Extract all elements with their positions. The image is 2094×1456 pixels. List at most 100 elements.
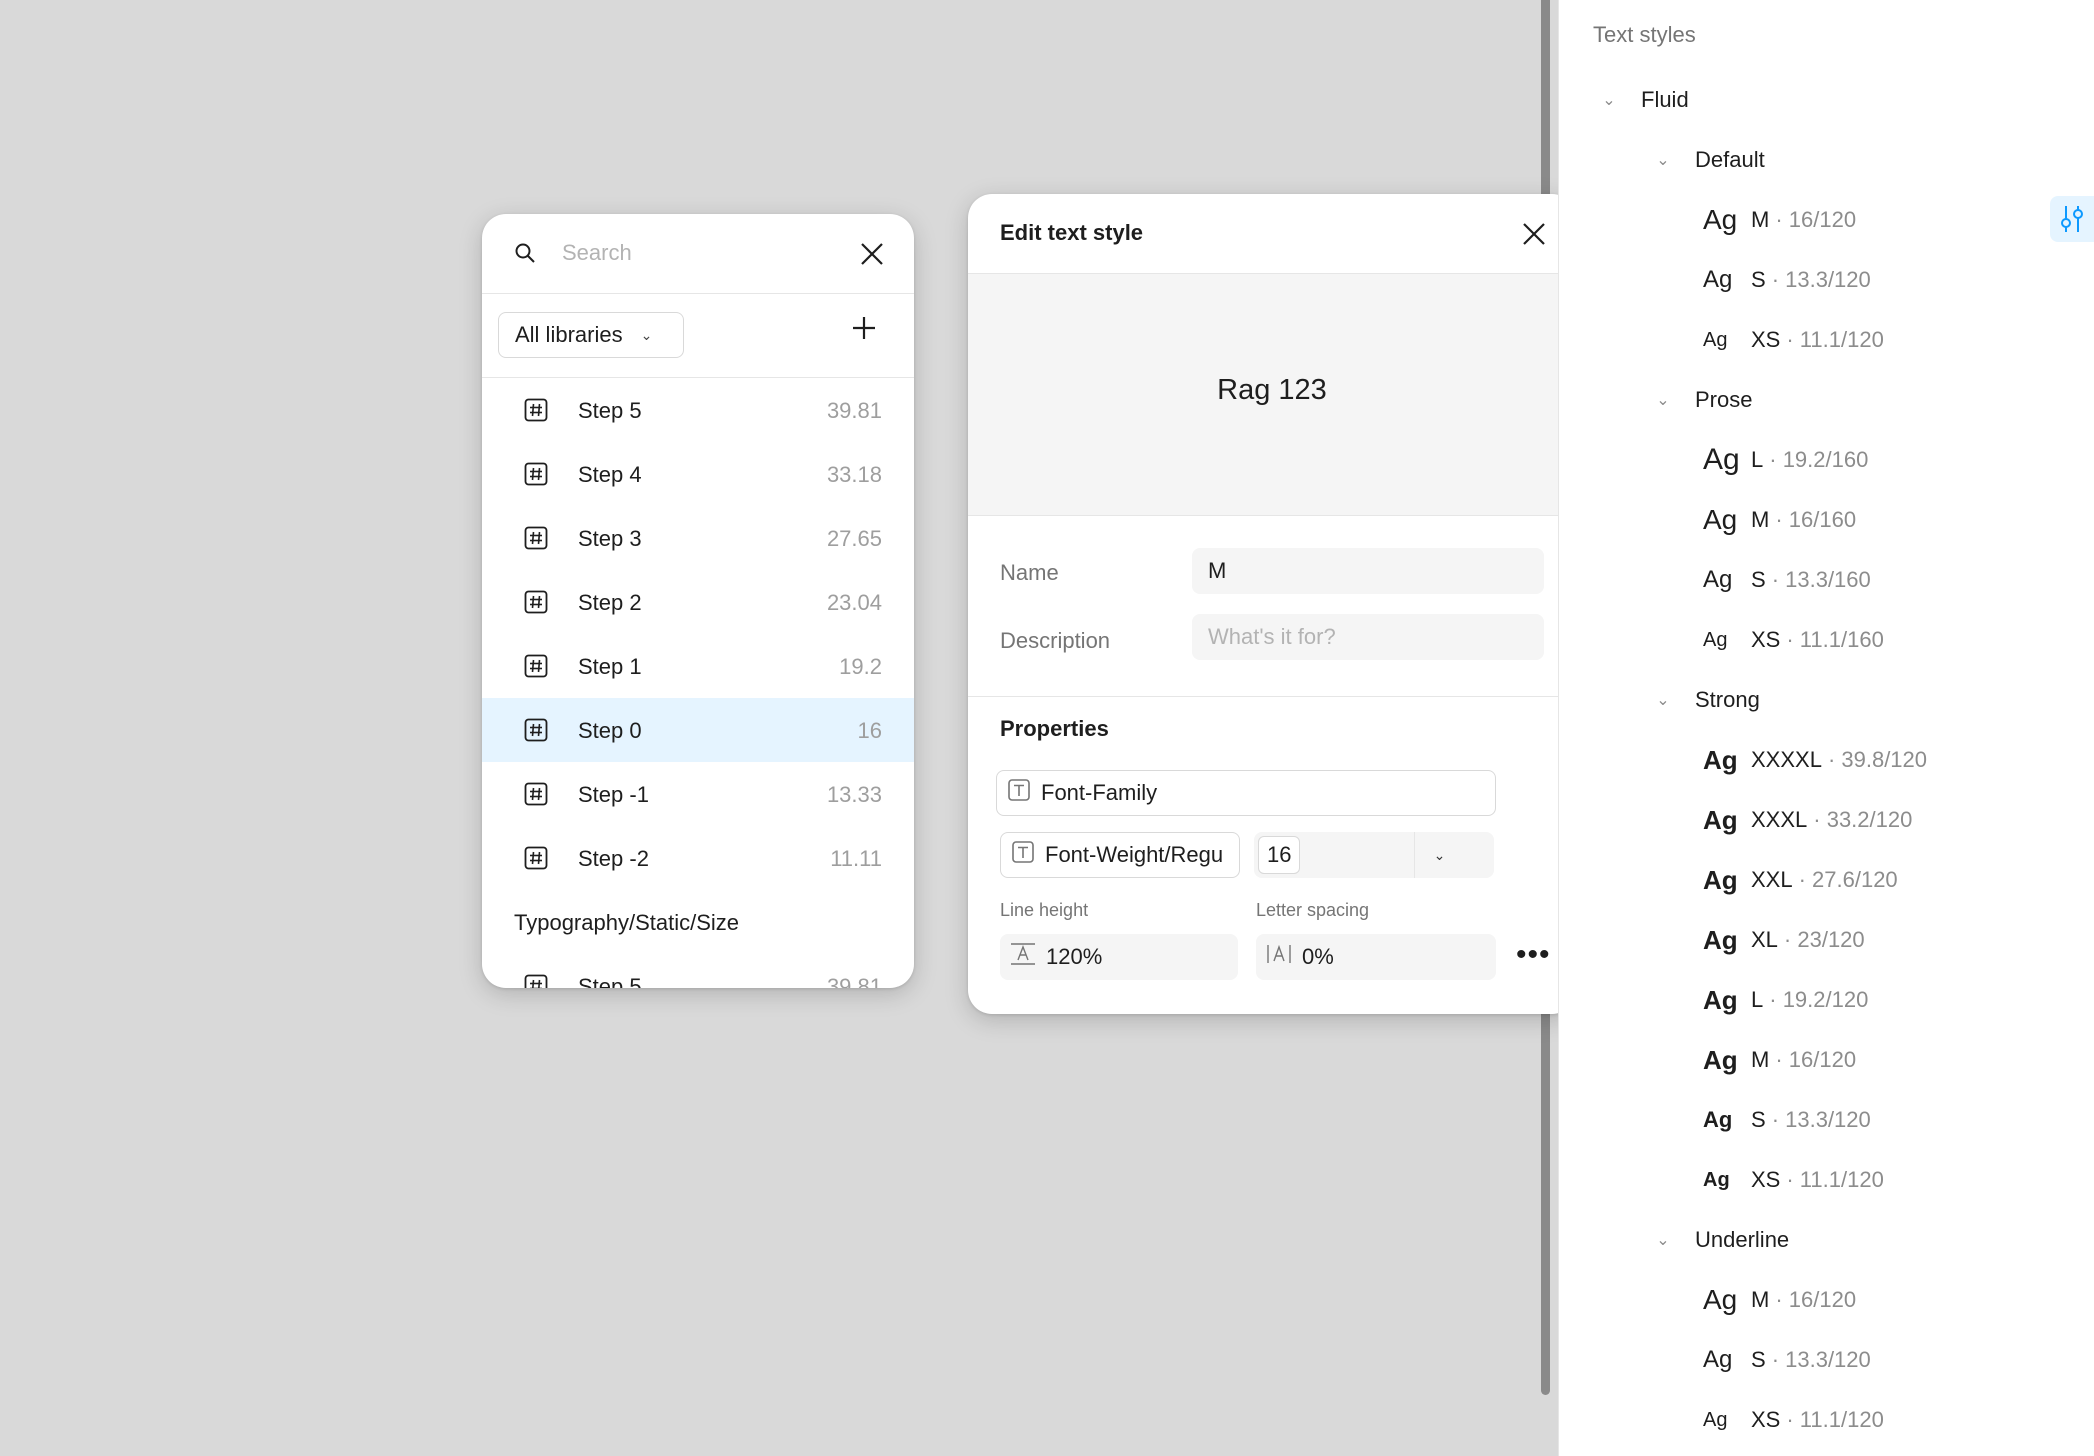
variable-value: 11.11 — [830, 846, 882, 871]
text-style-item[interactable]: Ag XS · 11.1/120 — [1703, 1400, 1884, 1440]
variable-value: 33.18 — [826, 462, 882, 487]
add-icon[interactable] — [850, 314, 878, 347]
chevron-down-icon[interactable]: ⌄ — [1653, 1230, 1673, 1250]
more-options-icon[interactable]: ••• — [1516, 938, 1551, 972]
variable-picker: Search All libraries ⌄ Step 5 39.81 Step 4… — [482, 214, 914, 988]
text-style-item[interactable]: Ag M · 16/120 — [1703, 1280, 1856, 1320]
text-style-item[interactable]: Ag L · 19.2/120 — [1703, 980, 1868, 1020]
number-variable-icon — [524, 462, 548, 491]
close-icon[interactable] — [1520, 220, 1548, 253]
variable-item[interactable]: Step 4 33.18 — [482, 442, 914, 506]
text-style-item[interactable]: Ag M · 16/120 — [1703, 200, 1856, 240]
font-family-token[interactable]: Font-Family — [996, 770, 1496, 816]
chevron-down-icon[interactable]: ⌄ — [1599, 90, 1619, 110]
text-style-meta: · 27.6/120 — [1798, 867, 1898, 892]
chevron-down-icon[interactable]: ⌄ — [1653, 690, 1673, 710]
variable-item[interactable]: Step 0 16 — [482, 698, 914, 762]
variable-label: Step 4 — [578, 462, 642, 487]
text-style-meta: · 11.1/160 — [1786, 627, 1884, 652]
text-style-item[interactable]: Ag S · 13.3/120 — [1703, 260, 1871, 300]
letter-spacing-field[interactable]: 0% — [1256, 934, 1496, 980]
text-style-name: L — [1751, 987, 1764, 1012]
text-style-meta: · 11.1/120 — [1786, 1167, 1884, 1192]
text-style-preview: Ag — [1703, 804, 1738, 835]
name-label: Name — [1000, 560, 1059, 585]
variable-item[interactable]: Step 5 39.81 — [482, 954, 914, 988]
text-style-item[interactable]: Ag XXXXL · 39.8/120 — [1703, 740, 1927, 780]
variable-item[interactable]: Step -1 13.33 — [482, 762, 914, 826]
variable-label: Step 1 — [578, 654, 642, 679]
variable-item[interactable]: Step 1 19.2 — [482, 634, 914, 698]
text-style-item[interactable]: Ag S · 13.3/160 — [1703, 560, 1871, 600]
style-group-strong[interactable]: ⌄ Strong — [1653, 680, 1760, 720]
text-style-item[interactable]: Ag XS · 11.1/160 — [1703, 620, 1884, 660]
line-height-field[interactable]: 120% — [1000, 934, 1238, 980]
text-style-preview: Ag — [1703, 628, 1728, 651]
number-variable-icon — [524, 718, 548, 747]
text-style-name: S — [1751, 1347, 1766, 1372]
library-dropdown-label: All libraries — [515, 322, 623, 347]
text-style-meta: · 16/160 — [1775, 507, 1857, 532]
text-style-preview: Ag — [1703, 1346, 1733, 1373]
style-group-fluid[interactable]: ⌄ Fluid — [1599, 80, 1688, 120]
text-style-meta: · 11.1/120 — [1786, 327, 1884, 352]
variable-value: 23.04 — [826, 590, 882, 615]
section-label: Typography/Static/Size — [514, 910, 740, 935]
text-style-name: XS — [1751, 1407, 1781, 1432]
chevron-down-icon[interactable]: ⌄ — [1653, 150, 1673, 170]
picker-search-bar: Search — [482, 214, 914, 294]
variable-item[interactable]: Step -2 11.11 — [482, 826, 914, 890]
text-style-item[interactable]: Ag S · 13.3/120 — [1703, 1100, 1871, 1140]
name-field[interactable]: M — [1192, 548, 1544, 594]
text-style-preview: Ag — [1703, 328, 1728, 351]
text-style-item[interactable]: Ag XXL · 27.6/120 — [1703, 860, 1898, 900]
description-field[interactable]: What's it for? — [1192, 614, 1544, 660]
style-group-underline[interactable]: ⌄ Underline — [1653, 1220, 1789, 1260]
variable-item[interactable]: Step 5 39.81 — [482, 378, 914, 442]
text-style-item[interactable]: Ag XL · 23/120 — [1703, 920, 1865, 960]
text-style-preview: Ag — [1703, 443, 1740, 476]
search-input[interactable]: Search — [562, 240, 632, 266]
chevron-down-icon[interactable]: ⌄ — [1414, 832, 1464, 878]
text-style-meta: · 16/120 — [1775, 207, 1857, 232]
variable-label: Step 0 — [578, 718, 642, 743]
variable-item[interactable]: Step 2 23.04 — [482, 570, 914, 634]
variable-value: 19.2 — [839, 654, 882, 679]
text-style-name: S — [1751, 567, 1766, 592]
text-style-preview: Ag — [1703, 204, 1738, 235]
text-style-name: S — [1751, 1107, 1766, 1132]
text-style-item[interactable]: Ag XS · 11.1/120 — [1703, 1160, 1884, 1200]
text-style-item[interactable]: Ag XS · 11.1/120 — [1703, 320, 1884, 360]
text-style-name: XS — [1751, 627, 1781, 652]
variable-label: Step 5 — [578, 398, 642, 423]
text-style-meta: · 16/120 — [1775, 1047, 1857, 1072]
letter-spacing-icon — [1266, 942, 1292, 972]
variable-list: Step 5 39.81 Step 4 33.18 Step 3 27.65 Step 2 2… — [482, 378, 914, 988]
variable-value: 27.65 — [826, 526, 882, 551]
text-style-item[interactable]: Ag S · 13.3/120 — [1703, 1340, 1871, 1380]
variable-label: Step 3 — [578, 526, 642, 551]
number-variable-icon — [524, 590, 548, 619]
text-style-item[interactable]: Ag M · 16/160 — [1703, 500, 1856, 540]
variable-value: 13.33 — [826, 782, 882, 807]
search-icon — [514, 242, 536, 269]
style-group-prose[interactable]: ⌄ Prose — [1653, 380, 1752, 420]
style-group-default[interactable]: ⌄ Default — [1653, 140, 1764, 180]
variable-item[interactable]: Step 3 27.65 — [482, 506, 914, 570]
text-style-item[interactable]: Ag L · 19.2/160 — [1703, 440, 1868, 480]
adjust-icon[interactable] — [2050, 196, 2094, 242]
text-style-meta: · 33.2/120 — [1813, 807, 1913, 832]
description-label: Description — [1000, 628, 1111, 653]
text-style-item[interactable]: Ag XXXL · 33.2/120 — [1703, 800, 1912, 840]
library-dropdown[interactable]: All libraries ⌄ — [498, 312, 684, 358]
chevron-down-icon[interactable]: ⌄ — [1653, 390, 1673, 410]
text-style-name: XXXL — [1751, 807, 1808, 832]
font-weight-token[interactable]: Font-Weight/Regu — [1000, 832, 1240, 878]
font-size-chip[interactable]: 16 — [1258, 836, 1301, 874]
text-style-name: XXXXL — [1751, 747, 1822, 772]
close-icon[interactable] — [858, 240, 886, 273]
font-weight-label: Font-Weight/Regu — [1045, 842, 1224, 867]
line-height-icon — [1010, 942, 1036, 972]
text-style-item[interactable]: Ag M · 16/120 — [1703, 1040, 1856, 1080]
text-style-meta: · 16/120 — [1775, 1287, 1857, 1312]
